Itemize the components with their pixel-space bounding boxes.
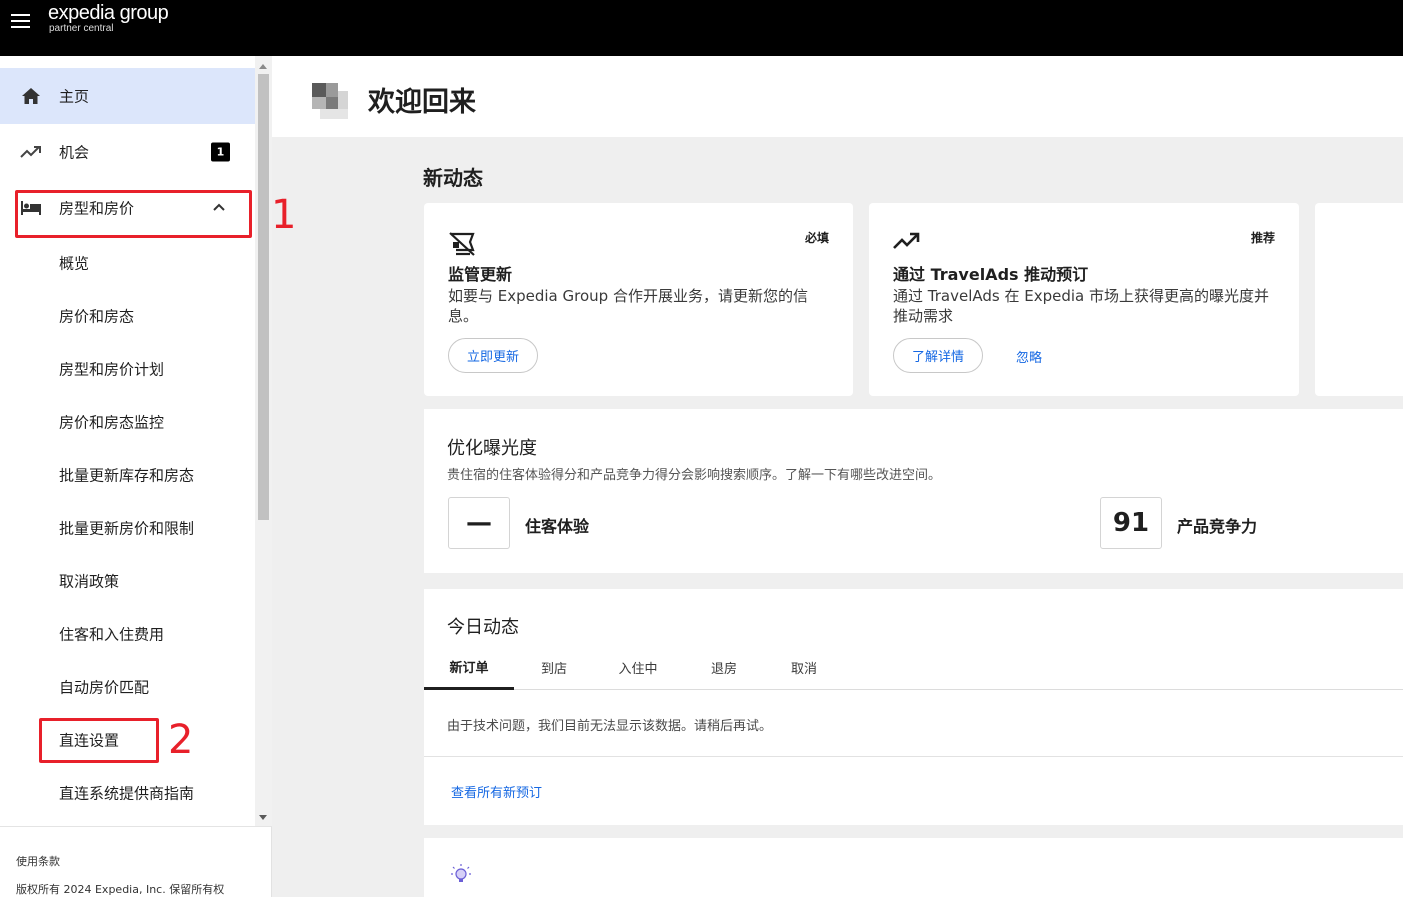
menu-icon[interactable] [11,14,30,28]
tab-departures[interactable]: 退房 [704,645,744,690]
sidebar-subitem-rate-matching[interactable]: 自动房价匹配 [0,660,255,713]
guest-experience-score[interactable]: — [448,497,510,549]
annotation-number-1: 1 [271,192,297,238]
sidebar-subitem-label: 批量更新房价和限制 [59,519,195,537]
sidebar-subitem-label: 取消政策 [59,572,120,590]
sidebar-subitem-label: 房价和房态监控 [59,413,165,431]
update-now-button[interactable]: 立即更新 [448,338,538,373]
regulatory-icon [448,231,478,257]
card-description: 通过 TravelAds 在 Expedia 市场上获得更高的曝光度并推动需求 [893,287,1269,325]
sidebar-item-home[interactable]: 主页 [0,68,255,124]
sidebar-subitem-rate-monitoring[interactable]: 房价和房态监控 [0,395,255,448]
guest-experience-label: 住客体验 [525,517,590,536]
visibility-panel: 优化曝光度 贵住宿的住客体验得分和产品竞争力得分会影响搜索顺序。了解一下有哪些改… [424,409,1403,573]
activity-tabs: 新订单 到店 入住中 退房 取消 [424,645,1403,690]
sidebar-subitem-label: 住客和入住费用 [59,625,165,643]
annotation-box-1 [15,190,252,238]
annotation-box-2 [39,718,159,763]
brand-logo[interactable]: expedia group partner central [48,2,169,34]
news-card-travelads: 推荐 通过 TravelAds 推动预订 通过 TravelAds 在 Expe… [869,203,1299,396]
trending-icon [893,231,923,257]
sidebar-subitem-provider-guide[interactable]: 直连系统提供商指南 [0,766,255,819]
scroll-down-arrow-icon[interactable] [259,815,267,820]
sidebar-item-opportunities[interactable]: 机会 1 [0,124,255,180]
sidebar-item-label: 机会 [59,143,90,162]
page-header: 欢迎回来 [272,56,1403,137]
sidebar-subitem-label: 自动房价匹配 [59,678,150,696]
card-title: 通过 TravelAds 推动预订 [893,265,1089,284]
sidebar-subitem-cancellation[interactable]: 取消政策 [0,554,255,607]
sidebar: 主页 机会 1 房型和房价 概览 房价和房态 房型和房价计划 房价和房态监控 批… [0,56,272,897]
tab-in-house[interactable]: 入住中 [612,645,664,690]
sidebar-footer: 使用条款 版权所有 2024 Expedia, Inc. 保留所有权 [0,826,272,897]
sidebar-subitem-guest-fees[interactable]: 住客和入住费用 [0,607,255,660]
scroll-up-arrow-icon[interactable] [259,64,267,69]
sidebar-subitem-label: 房价和房态 [59,307,135,325]
top-bar: expedia group partner central [0,0,1403,56]
sidebar-subitem-label: 房型和房价计划 [59,360,165,378]
sidebar-subitem-label: 批量更新库存和房态 [59,466,195,484]
copyright-text: 版权所有 2024 Expedia, Inc. 保留所有权 [16,883,225,896]
learn-more-button[interactable]: 了解详情 [893,338,983,373]
news-section-title: 新动态 [423,166,483,190]
tab-cancellations[interactable]: 取消 [784,645,824,690]
visibility-title: 优化曝光度 [447,438,537,459]
brand-subtitle: partner central [49,23,114,34]
required-tag: 必填 [804,231,829,245]
error-message: 由于技术问题，我们目前无法显示该数据。请稍后再试。 [447,719,773,734]
divider [424,756,1403,757]
home-icon [20,85,42,107]
card-description: 如要与 Expedia Group 合作开展业务，请更新您的信息。 [448,287,808,325]
product-competitiveness-score[interactable]: 91 [1100,497,1162,549]
trending-icon [20,141,42,163]
sidebar-item-label: 主页 [59,87,90,106]
dismiss-link[interactable]: 忽略 [1016,347,1042,366]
sidebar-subitem-bulk-rates[interactable]: 批量更新房价和限制 [0,501,255,554]
today-activity-panel: 今日动态 新订单 到店 入住中 退房 取消 由于技术问题，我们目前无法显示该数据… [424,589,1403,825]
today-title: 今日动态 [447,617,519,638]
brand-name: expedia group [48,2,169,24]
terms-link[interactable]: 使用条款 [16,853,60,869]
sidebar-subitem-room-rate-plans[interactable]: 房型和房价计划 [0,342,255,395]
tab-arrivals[interactable]: 到店 [534,645,574,690]
tab-new-bookings[interactable]: 新订单 [424,645,514,690]
card-title: 监管更新 [448,265,513,284]
sidebar-scrollbar[interactable] [255,56,272,826]
product-competitiveness-label: 产品竞争力 [1177,517,1258,536]
notification-badge: 1 [211,142,230,162]
sidebar-subitem-label: 直连系统提供商指南 [59,784,195,802]
visibility-subtitle: 贵住宿的住客体验得分和产品竞争力得分会影响搜索顺序。了解一下有哪些改进空间。 [447,468,942,483]
scrollbar-thumb[interactable] [258,74,269,520]
sidebar-subitem-rates-availability[interactable]: 房价和房态 [0,289,255,342]
sidebar-subitem-label: 概览 [59,254,90,272]
page-title: 欢迎回来 [368,87,476,118]
lightbulb-icon [450,862,472,886]
news-card-partial [1315,203,1403,396]
recommended-tag: 推荐 [1250,231,1275,245]
property-logo-icon [312,83,348,119]
news-card-regulatory: 必填 监管更新 如要与 Expedia Group 合作开展业务，请更新您的信息… [424,203,853,396]
annotation-number-2: 2 [168,717,194,763]
tip-panel [424,838,1403,897]
sidebar-subitem-overview[interactable]: 概览 [0,236,255,289]
view-all-bookings-link[interactable]: 查看所有新预订 [451,782,542,801]
sidebar-subitem-bulk-inventory[interactable]: 批量更新库存和房态 [0,448,255,501]
